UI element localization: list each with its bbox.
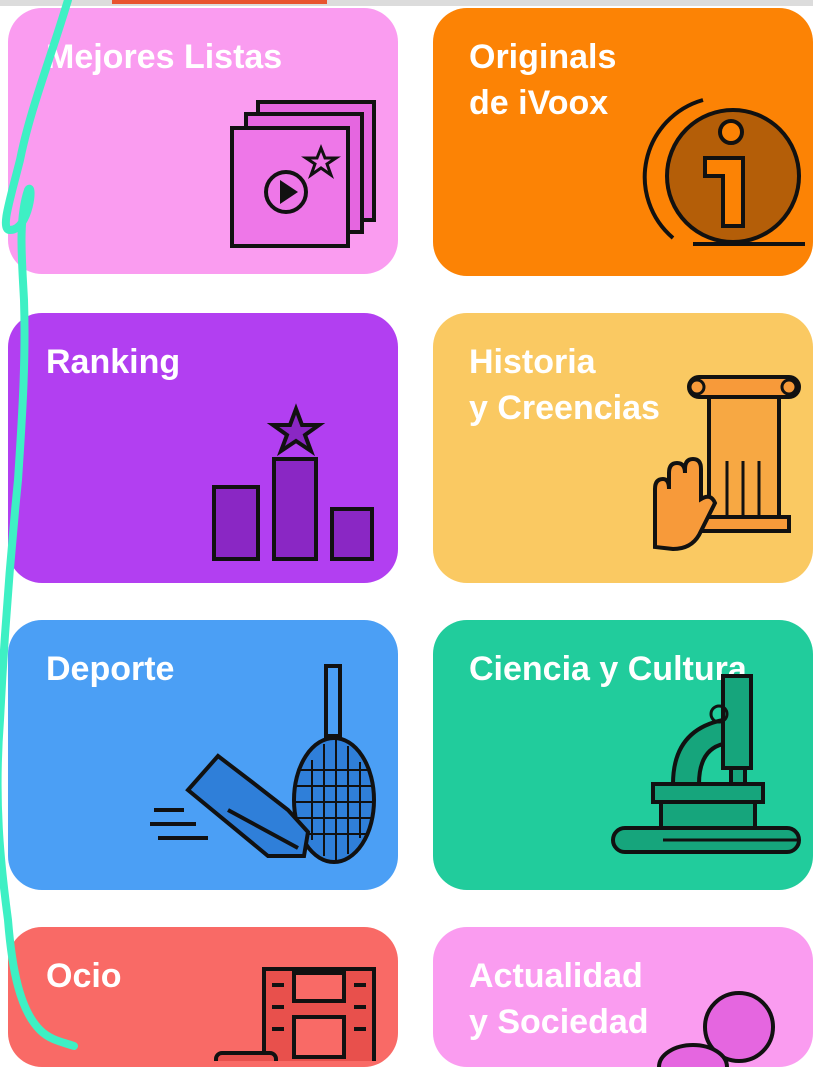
microscope-icon	[611, 674, 801, 854]
podium-icon	[212, 403, 374, 561]
category-label: Ranking	[46, 343, 181, 381]
category-card-ciencia-cultura[interactable]: Ciencia y Cultura	[433, 620, 813, 890]
category-card-originals-ivoox[interactable]: Originals de iVoox	[433, 8, 813, 276]
ivoox-logo-icon	[642, 98, 805, 246]
category-label: Actualidad y Sociedad	[469, 957, 649, 1041]
category-label: Originals de iVoox	[469, 38, 617, 122]
column-hand-icon	[653, 375, 801, 552]
category-card-historia-creencias[interactable]: Historia y Creencias	[433, 313, 813, 583]
category-card-ocio[interactable]: Ocio	[8, 927, 398, 1067]
film-strip-icon	[214, 967, 376, 1061]
category-card-actualidad-sociedad[interactable]: Actualidad y Sociedad	[433, 927, 813, 1067]
shoe-racket-icon	[150, 664, 376, 864]
category-label: Historia y Creencias	[469, 343, 660, 427]
speech-bubble-icon	[657, 991, 775, 1067]
category-card-deporte[interactable]: Deporte	[8, 620, 398, 890]
category-card-mejores-listas[interactable]: Mejores Listas	[8, 8, 398, 274]
category-card-ranking[interactable]: Ranking	[8, 313, 398, 583]
playlist-icon	[230, 100, 376, 248]
active-tab-indicator	[112, 0, 327, 4]
category-label: Mejores Listas	[46, 38, 283, 76]
category-label: Ocio	[46, 957, 122, 995]
